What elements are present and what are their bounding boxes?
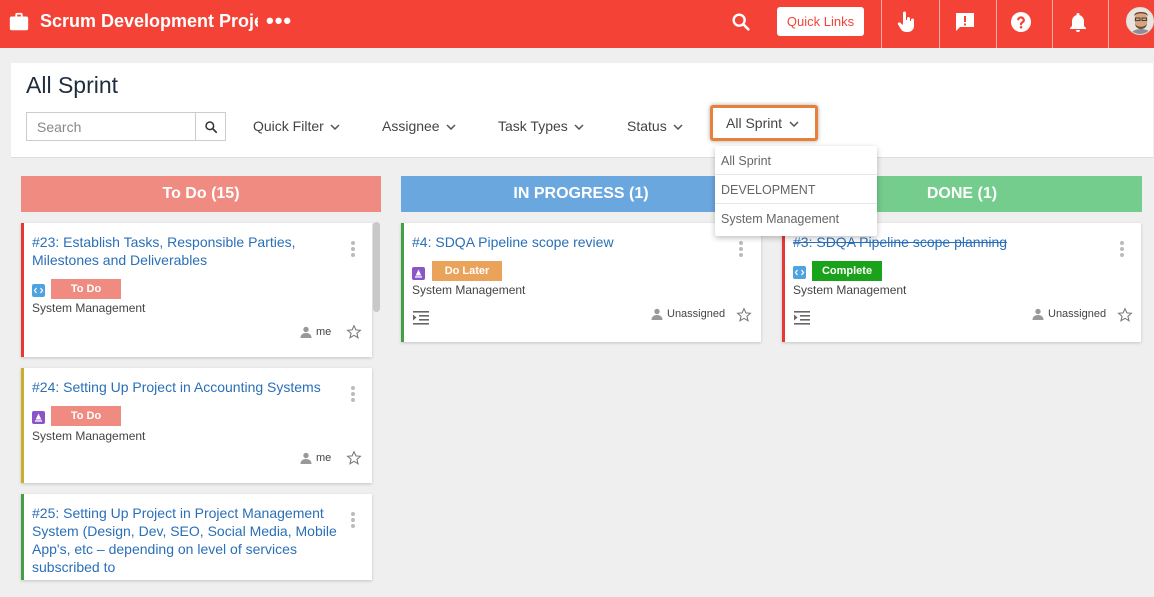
bell-icon[interactable] (1066, 10, 1090, 34)
star-icon[interactable] (346, 450, 362, 466)
assignee-info[interactable]: Unassigned (1032, 308, 1107, 321)
status-badge: Do Later (432, 261, 502, 281)
task-icon (32, 411, 45, 424)
avatar-image (1127, 8, 1153, 34)
assignee-name: me (316, 452, 332, 464)
task-card[interactable]: #23: Establish Tasks, Responsible Partie… (21, 223, 372, 357)
divider (939, 0, 940, 48)
kebab-menu-icon[interactable] (351, 386, 355, 402)
sprint-label: All Sprint (726, 115, 783, 131)
assignee-info[interactable]: me (300, 452, 332, 465)
search-icon (205, 120, 218, 133)
task-project-label: System Management (412, 283, 526, 297)
kebab-menu-icon[interactable] (351, 241, 355, 257)
assignee-dropdown[interactable]: Assignee (382, 118, 456, 134)
todo-column-scrollbar[interactable] (373, 222, 380, 312)
search-icon[interactable] (730, 11, 752, 33)
star-icon[interactable] (736, 307, 752, 323)
star-icon[interactable] (1117, 307, 1133, 323)
task-card[interactable]: #25: Setting Up Project in Project Manag… (21, 494, 372, 580)
task-title-link[interactable]: #24: Setting Up Project in Accounting Sy… (32, 378, 332, 396)
chevron-down-icon (574, 124, 584, 131)
board-header: All Sprint Quick Filter Assignee Task Ty… (11, 63, 1153, 158)
assignee-label: Assignee (382, 118, 440, 134)
briefcase-icon[interactable] (8, 11, 30, 33)
task-card[interactable]: #24: Setting Up Project in Accounting Sy… (21, 368, 372, 483)
user-avatar[interactable] (1126, 7, 1154, 35)
task-project-label: System Management (32, 429, 146, 443)
in-progress-column-header: IN PROGRESS (1) (401, 176, 761, 212)
task-types-label: Task Types (498, 118, 568, 134)
quick-links-button[interactable]: Quick Links (777, 7, 864, 36)
page-title: All Sprint (26, 72, 119, 98)
person-icon (1032, 308, 1044, 321)
task-card[interactable]: #3: SDQA Pipeline scope planning Complet… (782, 223, 1141, 342)
assignee-info[interactable]: me (300, 326, 332, 339)
indent-icon[interactable] (794, 311, 810, 325)
task-title-link[interactable]: #23: Establish Tasks, Responsible Partie… (32, 233, 332, 269)
status-badge: To Do (51, 406, 121, 426)
task-title-link[interactable]: #25: Setting Up Project in Project Manag… (32, 504, 344, 576)
kebab-menu-icon[interactable] (351, 512, 355, 528)
status-badge: Complete (812, 261, 882, 281)
sprint-dropdown[interactable]: All Sprint (710, 105, 818, 141)
task-project-label: System Management (793, 283, 907, 297)
person-icon (651, 308, 663, 321)
chevron-down-icon (789, 121, 799, 128)
chevron-down-icon (330, 124, 340, 131)
kebab-menu-icon[interactable] (1120, 241, 1124, 257)
divider (881, 0, 882, 48)
task-project-label: System Management (32, 301, 146, 315)
assignee-name: Unassigned (667, 308, 726, 320)
search-input[interactable] (27, 113, 196, 140)
project-title[interactable]: Scrum Development Project (40, 11, 258, 32)
kebab-menu-icon[interactable] (739, 241, 743, 257)
star-icon[interactable] (346, 324, 362, 340)
sprint-option[interactable]: DEVELOPMENT (715, 175, 877, 204)
assignee-info[interactable]: Unassigned (651, 308, 726, 321)
divider (1052, 0, 1053, 48)
assignee-name: me (316, 326, 332, 338)
code-icon (793, 266, 806, 279)
indent-icon[interactable] (413, 311, 429, 325)
task-types-dropdown[interactable]: Task Types (498, 118, 584, 134)
task-icon (412, 267, 425, 280)
person-icon (300, 452, 312, 465)
sprint-option[interactable]: All Sprint (715, 146, 877, 175)
top-bar: Scrum Development Project ••• Quick Link… (0, 0, 1154, 48)
sprint-option[interactable]: System Management (715, 204, 877, 233)
chevron-down-icon (446, 124, 456, 131)
more-options-icon[interactable]: ••• (266, 8, 292, 34)
divider (1108, 0, 1109, 48)
quick-filter-dropdown[interactable]: Quick Filter (253, 118, 340, 134)
pointer-hand-icon[interactable] (894, 10, 918, 34)
person-icon (300, 326, 312, 339)
code-icon (32, 284, 45, 297)
task-card[interactable]: #4: SDQA Pipeline scope review Do Later … (401, 223, 761, 342)
status-label: Status (627, 118, 667, 134)
task-title-link[interactable]: #4: SDQA Pipeline scope review (412, 233, 722, 251)
feedback-icon[interactable] (953, 10, 977, 34)
search-button[interactable] (197, 113, 225, 140)
help-icon[interactable] (1009, 10, 1033, 34)
status-dropdown[interactable]: Status (627, 118, 683, 134)
divider (996, 0, 997, 48)
status-badge: To Do (51, 279, 121, 299)
sprint-dropdown-menu: All Sprint DEVELOPMENT System Management (715, 146, 877, 236)
quick-filter-label: Quick Filter (253, 118, 324, 134)
todo-column-header: To Do (15) (21, 176, 381, 212)
chevron-down-icon (673, 124, 683, 131)
search-box (26, 112, 226, 141)
assignee-name: Unassigned (1048, 308, 1107, 320)
